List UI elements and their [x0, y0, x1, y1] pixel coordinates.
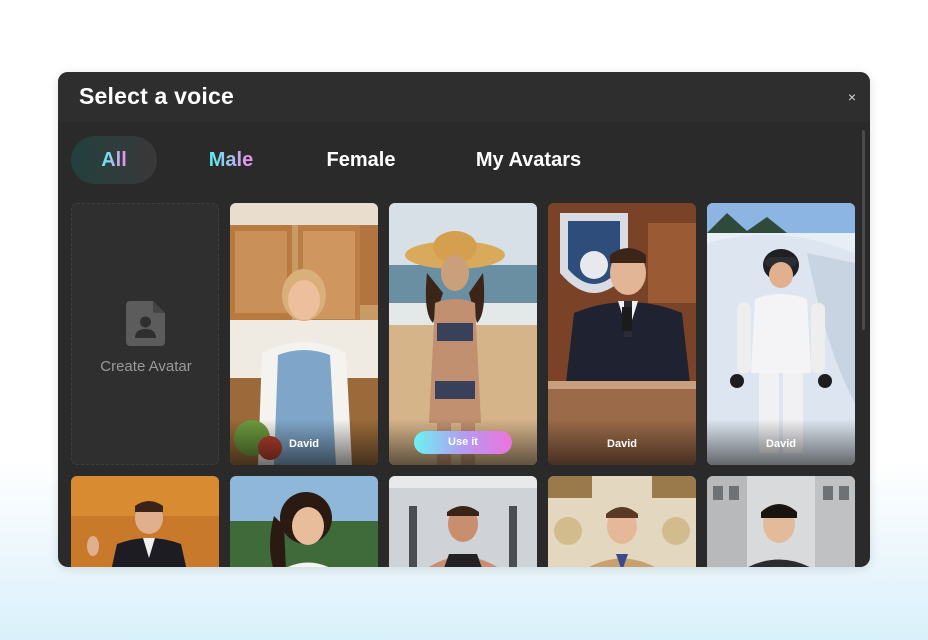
create-avatar-label: Create Avatar	[100, 358, 192, 375]
avatar-image-gym-man	[389, 476, 537, 567]
avatar-card[interactable]	[548, 476, 696, 567]
user-file-icon	[126, 301, 165, 346]
tab-male-label: Male	[208, 149, 254, 171]
tab-all[interactable]: All	[71, 136, 157, 184]
tab-my-avatars[interactable]: My Avatars	[471, 136, 586, 184]
avatar-card[interactable]: David	[707, 203, 855, 465]
avatar-name: David	[607, 438, 637, 450]
avatar-image-street-man	[707, 476, 855, 567]
avatar-image-ponytail-girl	[230, 476, 378, 567]
tab-all-label: All	[101, 149, 127, 171]
dialog-title: Select a voice	[79, 83, 234, 109]
avatar-name: David	[766, 438, 796, 450]
tab-female[interactable]: Female	[321, 136, 401, 184]
avatar-card[interactable]: Use it	[389, 203, 537, 465]
use-it-button[interactable]: Use it	[414, 431, 512, 454]
avatar-card[interactable]	[230, 476, 378, 567]
avatar-card[interactable]: David	[230, 203, 378, 465]
avatar-image-ornate-room-man	[548, 476, 696, 567]
avatar-name: David	[289, 438, 319, 450]
select-voice-dialog: Select a voice × All Male Female My Avat…	[58, 72, 870, 567]
dialog-header: Select a voice ×	[58, 72, 870, 122]
avatar-card[interactable]	[389, 476, 537, 567]
avatar-card[interactable]	[707, 476, 855, 567]
avatar-card[interactable]: David	[548, 203, 696, 465]
close-icon[interactable]: ×	[844, 89, 860, 105]
avatar-image-stage-speaker	[71, 476, 219, 567]
tab-male[interactable]: Male	[201, 136, 261, 184]
create-avatar-card[interactable]: Create Avatar	[71, 203, 219, 465]
avatar-card[interactable]	[71, 476, 219, 567]
scrollbar[interactable]	[862, 130, 865, 330]
